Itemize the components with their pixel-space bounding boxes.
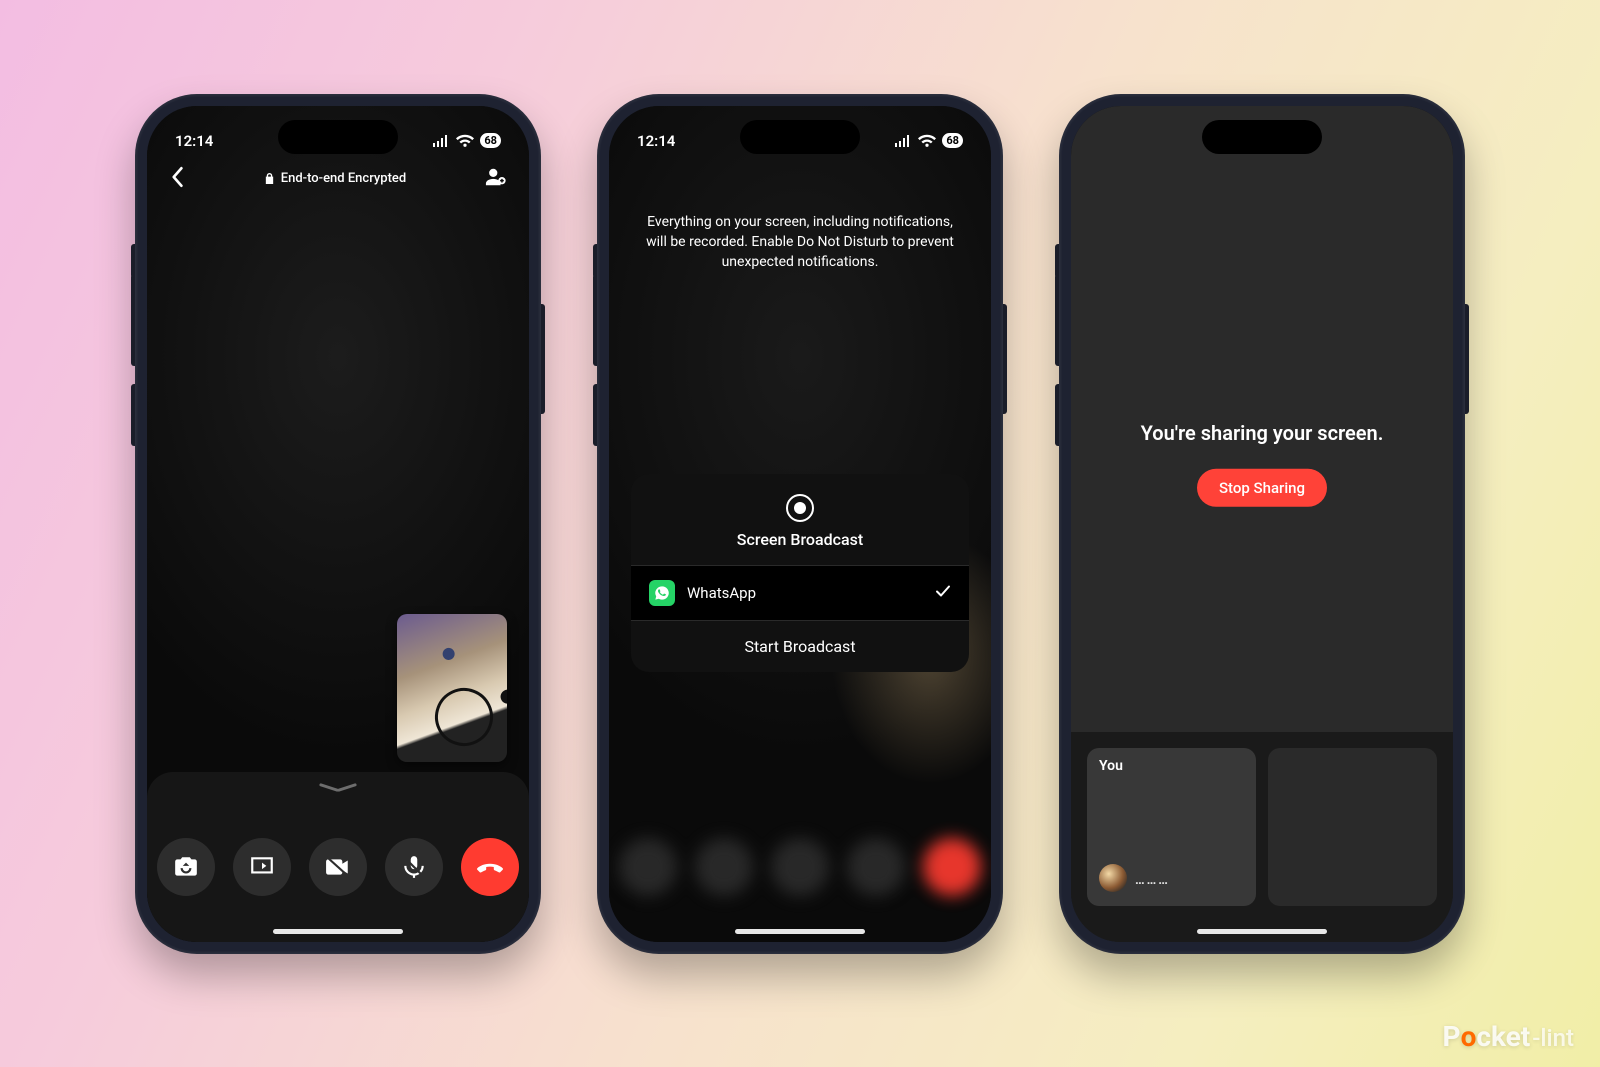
cellular-icon xyxy=(432,132,450,150)
toggle-video-button[interactable] xyxy=(309,838,367,896)
status-time: 12:14 xyxy=(175,132,213,150)
call-header: End-to-end Encrypted xyxy=(147,166,529,192)
phone-1-screen: 12:14 68 End-to-end Encrypted xyxy=(147,106,529,942)
phone-3-screen: You're sharing your screen. Stop Sharing… xyxy=(1071,106,1453,942)
encryption-label: End-to-end Encrypted xyxy=(264,171,406,186)
call-controls-tray xyxy=(147,772,529,942)
phone-3: You're sharing your screen. Stop Sharing… xyxy=(1059,94,1465,954)
home-indicator[interactable] xyxy=(735,929,865,934)
watermark: Pocket-lint xyxy=(1443,1020,1574,1053)
start-broadcast-button[interactable]: Start Broadcast xyxy=(631,620,969,672)
checkmark-icon xyxy=(935,583,951,603)
whatsapp-icon xyxy=(649,580,675,606)
self-label: You xyxy=(1099,758,1123,774)
end-call-button[interactable] xyxy=(461,838,519,896)
dynamic-island xyxy=(740,120,860,154)
lock-icon xyxy=(264,172,275,185)
flip-camera-icon xyxy=(173,854,199,880)
broadcast-warning-text: Everything on your screen, including not… xyxy=(639,212,961,273)
record-icon xyxy=(786,494,814,522)
sharing-title: You're sharing your screen. xyxy=(1071,420,1453,444)
stop-sharing-button[interactable]: Stop Sharing xyxy=(1197,468,1327,506)
back-button[interactable] xyxy=(169,166,185,192)
broadcast-sheet: Screen Broadcast WhatsApp Start Broadcas… xyxy=(631,474,969,672)
broadcast-app-name: WhatsApp xyxy=(687,584,756,602)
broadcast-sheet-header: Screen Broadcast xyxy=(631,474,969,565)
stage: 12:14 68 End-to-end Encrypted xyxy=(0,0,1600,1067)
phone-2-screen: 12:14 68 Everything on your screen, incl… xyxy=(609,106,991,942)
add-participant-button[interactable] xyxy=(485,167,507,191)
share-screen-icon xyxy=(249,854,275,880)
battery-badge: 68 xyxy=(480,133,501,148)
home-indicator[interactable] xyxy=(273,929,403,934)
person-add-icon xyxy=(485,167,507,187)
cellular-icon xyxy=(894,132,912,150)
broadcast-app-row[interactable]: WhatsApp xyxy=(631,565,969,620)
chevron-left-icon xyxy=(169,166,185,188)
mute-button[interactable] xyxy=(385,838,443,896)
self-tile[interactable]: You ……… xyxy=(1087,748,1256,906)
redacted-name: ……… xyxy=(1135,873,1170,888)
flip-camera-button[interactable] xyxy=(157,838,215,896)
battery-badge: 68 xyxy=(942,133,963,148)
phone-1: 12:14 68 End-to-end Encrypted xyxy=(135,94,541,954)
participant-tile[interactable] xyxy=(1268,748,1437,906)
home-indicator[interactable] xyxy=(1197,929,1327,934)
status-right: 68 xyxy=(432,132,501,150)
mic-off-icon xyxy=(401,854,427,880)
self-view-pip[interactable] xyxy=(397,614,507,762)
dynamic-island xyxy=(278,120,398,154)
dynamic-island xyxy=(1202,120,1322,154)
sharing-message: You're sharing your screen. Stop Sharing xyxy=(1071,420,1453,506)
phone-2: 12:14 68 Everything on your screen, incl… xyxy=(597,94,1003,954)
blurred-call-controls xyxy=(609,838,991,896)
wifi-icon xyxy=(456,132,474,150)
broadcast-sheet-title: Screen Broadcast xyxy=(631,530,969,549)
status-right: 68 xyxy=(894,132,963,150)
video-off-icon xyxy=(325,854,351,880)
status-time: 12:14 xyxy=(637,132,675,150)
share-screen-button[interactable] xyxy=(233,838,291,896)
tray-grabber-icon[interactable] xyxy=(319,782,357,792)
wifi-icon xyxy=(918,132,936,150)
participants-bar: You ……… xyxy=(1071,732,1453,942)
hangup-icon xyxy=(477,854,503,880)
avatar xyxy=(1099,864,1127,892)
